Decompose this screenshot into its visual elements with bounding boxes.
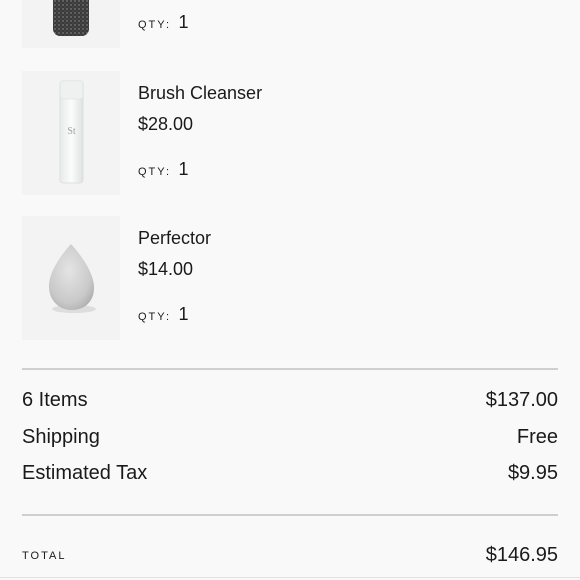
cleanser-bottle-image: St xyxy=(59,80,84,184)
item-quantity: QTY: 1 xyxy=(138,12,189,33)
items-subtotal-value: $137.00 xyxy=(485,389,558,411)
quantity-label: QTY: xyxy=(138,166,172,178)
quantity-value: 1 xyxy=(178,12,189,32)
shipping-row: Shipping Free xyxy=(22,426,558,449)
total-label: TOTAL xyxy=(22,549,67,562)
charcoal-sponge-image xyxy=(53,0,89,36)
cart-item: St Brush Cleanser $28.00 QTY: 1 xyxy=(22,71,558,195)
cart-page: QTY: 1 St Brush Cleanser $28.00 QTY: 1 P… xyxy=(0,0,580,580)
quantity-label: QTY: xyxy=(138,19,172,31)
tax-label: Estimated Tax xyxy=(22,462,148,484)
shipping-label: Shipping xyxy=(22,426,100,448)
items-count-label: 6 Items xyxy=(22,389,88,411)
item-thumbnail[interactable]: St xyxy=(22,71,120,195)
total-value: $146.95 xyxy=(485,544,558,566)
subtotal-row: 6 Items $137.00 xyxy=(22,389,558,412)
quantity-value: 1 xyxy=(178,159,189,179)
shipping-value: Free xyxy=(516,426,558,448)
item-name[interactable]: Brush Cleanser xyxy=(138,83,262,104)
bottom-edge-divider xyxy=(0,577,580,578)
item-price: $14.00 xyxy=(138,259,194,279)
total-divider xyxy=(22,514,558,516)
item-quantity: QTY: 1 xyxy=(138,159,189,180)
total-row: TOTAL $146.95 xyxy=(22,544,558,567)
cart-item: Perfector $14.00 QTY: 1 xyxy=(22,216,558,340)
quantity-value: 1 xyxy=(178,304,189,324)
item-thumbnail[interactable] xyxy=(22,216,120,340)
item-price: $28.00 xyxy=(138,114,194,134)
tax-row: Estimated Tax $9.95 xyxy=(22,462,558,485)
item-quantity: QTY: 1 xyxy=(138,304,189,325)
item-name[interactable]: Perfector xyxy=(138,228,211,249)
item-thumbnail[interactable] xyxy=(22,0,120,48)
summary-divider xyxy=(22,368,558,370)
cart-item: QTY: 1 xyxy=(22,0,558,48)
makeup-sponge-image xyxy=(48,244,96,313)
svg-text:St: St xyxy=(67,126,76,137)
tax-value: $9.95 xyxy=(507,462,558,484)
quantity-label: QTY: xyxy=(138,311,172,323)
